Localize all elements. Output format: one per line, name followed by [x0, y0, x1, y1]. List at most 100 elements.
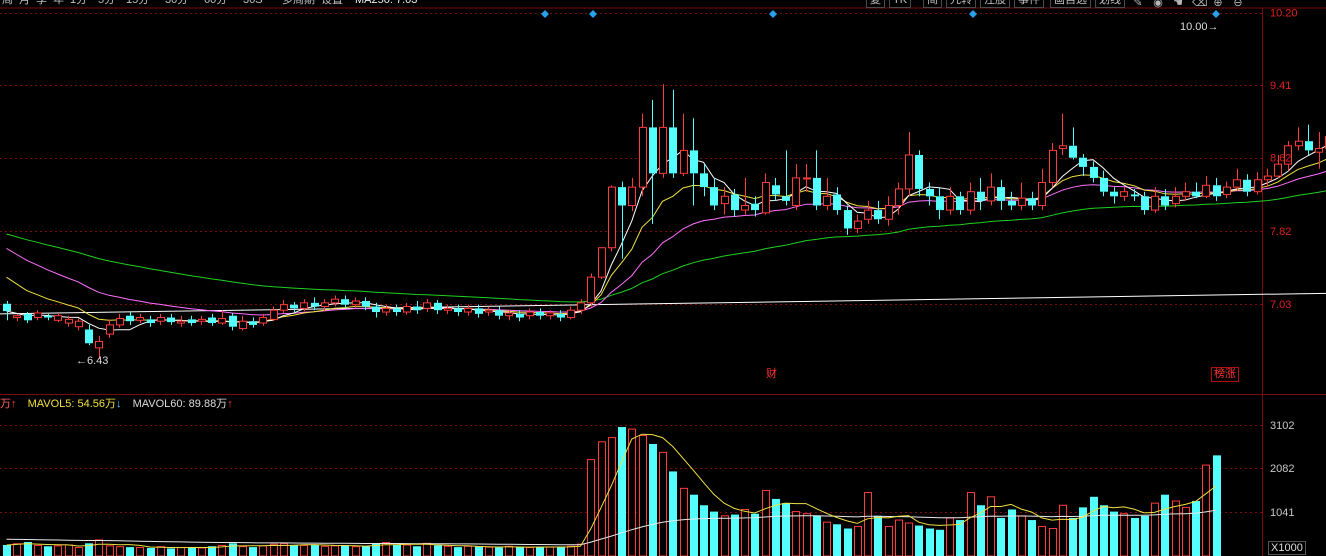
- candle[interactable]: [116, 313, 124, 328]
- candle[interactable]: [198, 315, 206, 325]
- volume-bar-up[interactable]: [659, 451, 667, 556]
- candle[interactable]: [3, 301, 11, 321]
- volume-bar-down[interactable]: [341, 545, 349, 556]
- candle[interactable]: [177, 315, 185, 327]
- candle[interactable]: [680, 113, 688, 177]
- candle[interactable]: [639, 113, 647, 197]
- volume-bar-down[interactable]: [393, 544, 401, 556]
- volume-bar-up[interactable]: [608, 437, 616, 556]
- volume-bar-up[interactable]: [403, 544, 411, 556]
- candle[interactable]: [792, 164, 800, 211]
- candle[interactable]: [136, 313, 144, 324]
- volume-bar-down[interactable]: [536, 546, 544, 556]
- volume-bar-down[interactable]: [362, 546, 370, 556]
- candle[interactable]: [249, 317, 257, 328]
- candle[interactable]: [710, 177, 718, 211]
- candle[interactable]: [44, 313, 52, 321]
- volume-bar-down[interactable]: [936, 529, 944, 556]
- volume-bar-down[interactable]: [188, 547, 196, 556]
- candle[interactable]: [864, 200, 872, 224]
- candle[interactable]: [188, 315, 196, 326]
- candle[interactable]: [423, 299, 431, 313]
- candle[interactable]: [13, 313, 21, 322]
- candle[interactable]: [751, 196, 759, 217]
- kline-chart[interactable]: 10.20 9.41 8.62 7.82 7.03 3102 2082 1041: [0, 0, 1326, 556]
- candle[interactable]: [977, 177, 985, 211]
- candle[interactable]: [1182, 182, 1190, 201]
- candle[interactable]: [587, 273, 595, 307]
- volume-bar-down[interactable]: [1100, 505, 1108, 556]
- candle[interactable]: [1100, 170, 1108, 197]
- candle[interactable]: [1018, 182, 1026, 211]
- volume-bar-up[interactable]: [106, 545, 114, 556]
- period-button[interactable]: 5分: [98, 0, 115, 7]
- candle[interactable]: [536, 308, 544, 320]
- candle[interactable]: [1038, 168, 1046, 211]
- period-button[interactable]: 周: [2, 0, 13, 7]
- pencil-icon[interactable]: ✎: [1132, 0, 1144, 9]
- volume-bar-up[interactable]: [34, 544, 42, 556]
- candle[interactable]: [782, 150, 790, 206]
- candle[interactable]: [393, 304, 401, 316]
- volume-bar-up[interactable]: [65, 544, 73, 556]
- volume-bar-up[interactable]: [1049, 528, 1057, 556]
- candle[interactable]: [598, 247, 606, 279]
- candle[interactable]: [628, 177, 636, 211]
- volume-bar-up[interactable]: [423, 542, 431, 556]
- volume-bar-up[interactable]: [157, 546, 165, 556]
- volume-bar-down[interactable]: [813, 515, 821, 556]
- candle[interactable]: [936, 187, 944, 220]
- volume-bar-up[interactable]: [946, 517, 954, 556]
- volume-bar-up[interactable]: [987, 496, 995, 556]
- period-button[interactable]: 36S: [243, 0, 263, 7]
- volume-bar-down[interactable]: [772, 498, 780, 556]
- candle[interactable]: [403, 302, 411, 315]
- chart-tool-button[interactable]: 复: [866, 0, 885, 8]
- volume-bar-up[interactable]: [628, 428, 636, 556]
- candle[interactable]: [1243, 174, 1251, 197]
- candle[interactable]: [1223, 181, 1231, 199]
- volume-bar-down[interactable]: [915, 525, 923, 556]
- candle[interactable]: [34, 310, 42, 321]
- candle[interactable]: [1172, 187, 1180, 208]
- volume-bar-up[interactable]: [485, 546, 493, 556]
- volume-bar-up[interactable]: [823, 521, 831, 556]
- volume-bar-up[interactable]: [116, 546, 124, 556]
- event-diamond-marker[interactable]: [969, 10, 977, 18]
- candle[interactable]: [259, 313, 267, 326]
- candle[interactable]: [874, 200, 882, 224]
- volume-bar-up[interactable]: [54, 545, 62, 556]
- volume-bar-up[interactable]: [136, 547, 144, 556]
- candle[interactable]: [1295, 127, 1303, 151]
- candle[interactable]: [1213, 177, 1221, 201]
- candle[interactable]: [331, 295, 339, 307]
- volume-bar-up[interactable]: [895, 519, 903, 556]
- candle[interactable]: [434, 300, 442, 314]
- volume-bar-up[interactable]: [300, 544, 308, 556]
- volume-bar-down[interactable]: [926, 528, 934, 556]
- volume-bar-up[interactable]: [1172, 500, 1180, 556]
- volume-bar-up[interactable]: [803, 513, 811, 556]
- candle[interactable]: [290, 301, 298, 313]
- period-button[interactable]: 30分: [165, 0, 188, 7]
- candle[interactable]: [813, 150, 821, 211]
- volume-bar-up[interactable]: [1120, 513, 1128, 556]
- volume-bar-down[interactable]: [3, 545, 11, 556]
- candle[interactable]: [106, 319, 114, 338]
- volume-bar-up[interactable]: [239, 546, 247, 556]
- volume-bar-down[interactable]: [434, 545, 442, 556]
- candle[interactable]: [1079, 154, 1087, 177]
- candle[interactable]: [1202, 176, 1210, 199]
- candle[interactable]: [669, 89, 677, 178]
- volume-bar-up[interactable]: [639, 434, 647, 556]
- candle[interactable]: [1059, 113, 1067, 155]
- volume-bar-down[interactable]: [229, 543, 237, 556]
- hand-icon[interactable]: ☚: [1172, 0, 1184, 9]
- volume-bar-up[interactable]: [885, 525, 893, 556]
- candle[interactable]: [1233, 168, 1241, 191]
- volume-bar-down[interactable]: [495, 547, 503, 556]
- candle[interactable]: [885, 196, 893, 226]
- event-diamond-marker[interactable]: [541, 10, 549, 18]
- eye-icon[interactable]: ◉: [1152, 0, 1164, 9]
- period-button[interactable]: 15分: [126, 0, 149, 7]
